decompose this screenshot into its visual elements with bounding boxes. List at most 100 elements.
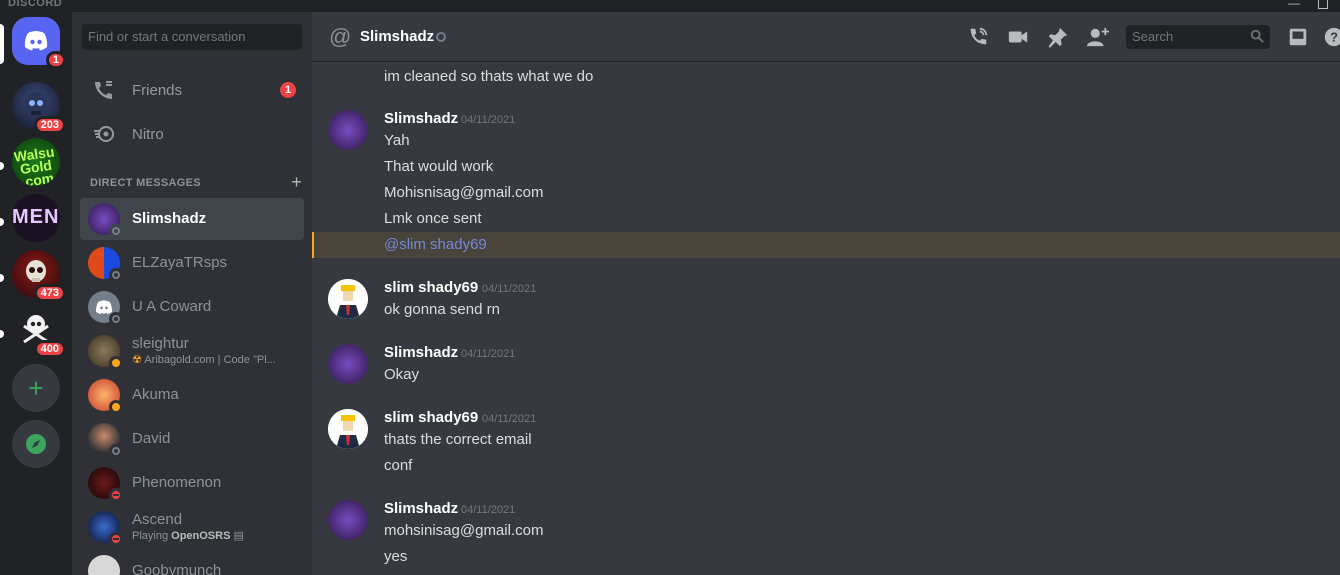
avatar[interactable] (328, 110, 368, 150)
chat-header: @ Slimshadz Search ? (312, 12, 1340, 62)
inbox-icon[interactable] (1286, 26, 1310, 48)
message-author[interactable]: Slimshadz (384, 500, 458, 517)
dm-name: Slimshadz (132, 210, 207, 227)
message-timestamp: 04/11/2021 (461, 348, 516, 360)
selected-indicator (0, 24, 4, 64)
unread-indicator (0, 162, 4, 170)
restore-button[interactable] (1318, 0, 1328, 9)
add-server-icon: + (28, 372, 44, 403)
server-rail: 1 203 Walsu Gold .com MENT 473 40 (0, 12, 72, 575)
server-label: MENT (12, 206, 60, 228)
help-icon[interactable]: ? (1322, 26, 1340, 48)
avatar[interactable] (328, 279, 368, 319)
message-timestamp: 04/11/2021 (461, 504, 516, 516)
avatar (88, 467, 123, 502)
message-text: Mohisnisag@gmail.com (384, 184, 544, 201)
message-text: ok gonna send rn (384, 301, 500, 318)
avatar (88, 423, 123, 458)
server-badge: 473 (33, 284, 66, 302)
explore-icon (26, 434, 46, 454)
dm-item-elzayatrsps[interactable]: ELZayaTRsps (80, 242, 304, 284)
unread-indicator (0, 330, 4, 338)
direct-messages-header: DIRECT MESSAGES + (90, 172, 302, 192)
video-icon[interactable] (1006, 26, 1030, 48)
message-text: conf (384, 457, 413, 474)
chat-search-input[interactable]: Search (1126, 25, 1270, 49)
add-member-icon[interactable] (1086, 26, 1110, 48)
message-timestamp: 04/11/2021 (482, 413, 537, 425)
server-icon-ment[interactable]: MENT (12, 194, 60, 242)
call-icon[interactable] (966, 26, 990, 48)
app-brand: DISCORD (8, 0, 63, 9)
dm-item-goobymunch[interactable]: Goobymunch (80, 550, 304, 575)
avatar (88, 203, 123, 238)
nitro-nav[interactable]: Nitro (80, 114, 304, 154)
dm-name: U A Coward (132, 298, 212, 315)
avatar[interactable] (328, 344, 368, 384)
message-text: Okay (384, 366, 420, 383)
custom-status: ☢ Aribagold.com | Code "Pl... (132, 353, 276, 367)
server-icon-walsu[interactable]: Walsu Gold .com (12, 138, 60, 186)
message-author[interactable]: Slimshadz (384, 344, 458, 361)
custom-status-text: Aribagold.com | Code "Pl... (144, 354, 276, 366)
dm-item-david[interactable]: David (80, 418, 304, 460)
avatar (88, 379, 123, 414)
title-bar: DISCORD — (0, 0, 1340, 12)
status-indicator (109, 268, 123, 282)
minimize-button[interactable]: — (1288, 0, 1300, 10)
unread-indicator (0, 274, 4, 282)
dm-item-ascend[interactable]: Ascend Playing OpenOSRS ▤ (80, 506, 304, 548)
dm-item-akuma[interactable]: Akuma (80, 374, 304, 416)
add-dm-icon[interactable]: + (291, 172, 302, 193)
pin-icon[interactable] (1046, 26, 1070, 48)
server-icon-4[interactable]: 473 (12, 250, 66, 302)
avatar (88, 247, 123, 282)
add-server-button[interactable]: + (12, 364, 60, 412)
message-text: im cleaned so thats what we do (384, 68, 594, 85)
suit-avatar-icon (328, 279, 368, 319)
chat-area: @ Slimshadz Search ? im cleaned so thats… (312, 12, 1340, 575)
dm-name: sleightur (132, 335, 189, 352)
dm-item-phenomenon[interactable]: Phenomenon (80, 462, 304, 504)
message-text: thats the correct email (384, 431, 532, 448)
avatar[interactable] (328, 500, 368, 540)
status-indicator (436, 32, 446, 42)
message-author[interactable]: slim shady69 (384, 279, 478, 296)
home-button[interactable]: 1 (12, 17, 66, 69)
dm-name: Phenomenon (132, 474, 222, 491)
dm-item-slimshadz[interactable]: Slimshadz (80, 198, 304, 240)
status-indicator (109, 224, 123, 238)
message-author[interactable]: slim shady69 (384, 409, 478, 426)
dm-header-label: DIRECT MESSAGES (90, 177, 201, 189)
status-indicator (109, 488, 123, 502)
avatar[interactable] (328, 409, 368, 449)
dm-name: David (132, 430, 171, 447)
user-mention[interactable]: @slim shady69 (384, 236, 487, 253)
message-timestamp: 04/11/2021 (482, 283, 537, 295)
avatar (88, 335, 123, 370)
message-text: Lmk once sent (384, 210, 482, 227)
message-author[interactable]: Slimshadz (384, 110, 458, 127)
search-placeholder: Search (1132, 29, 1174, 44)
friends-nav[interactable]: Friends 1 (80, 70, 304, 110)
friends-icon (88, 74, 120, 106)
radioactive-icon: ☢ (132, 354, 145, 366)
friends-label: Friends (132, 81, 183, 99)
rich-presence-icon: ▤ (233, 530, 244, 542)
server-badge: 400 (33, 340, 66, 358)
message-text: mohsinisag@gmail.com (384, 522, 544, 539)
avatar (88, 555, 120, 575)
dm-item-sleightur[interactable]: sleightur ☢ Aribagold.com | Code "Pl... (80, 330, 304, 372)
server-label: Walsu Gold .com (12, 143, 56, 186)
activity-status: Playing OpenOSRS ▤ (132, 529, 244, 543)
suit-avatar-icon (328, 409, 368, 449)
server-icon-5[interactable]: 400 (12, 306, 66, 358)
server-icon-1[interactable]: 203 (12, 82, 66, 134)
status-indicator (109, 312, 123, 326)
nitro-icon (88, 118, 120, 150)
conversation-search-input[interactable]: Find or start a conversation (82, 24, 302, 50)
activity-prefix: Playing (132, 530, 172, 542)
dm-item-ua-coward[interactable]: U A Coward (80, 286, 304, 328)
unread-indicator (0, 218, 4, 226)
explore-servers-button[interactable] (12, 420, 60, 468)
